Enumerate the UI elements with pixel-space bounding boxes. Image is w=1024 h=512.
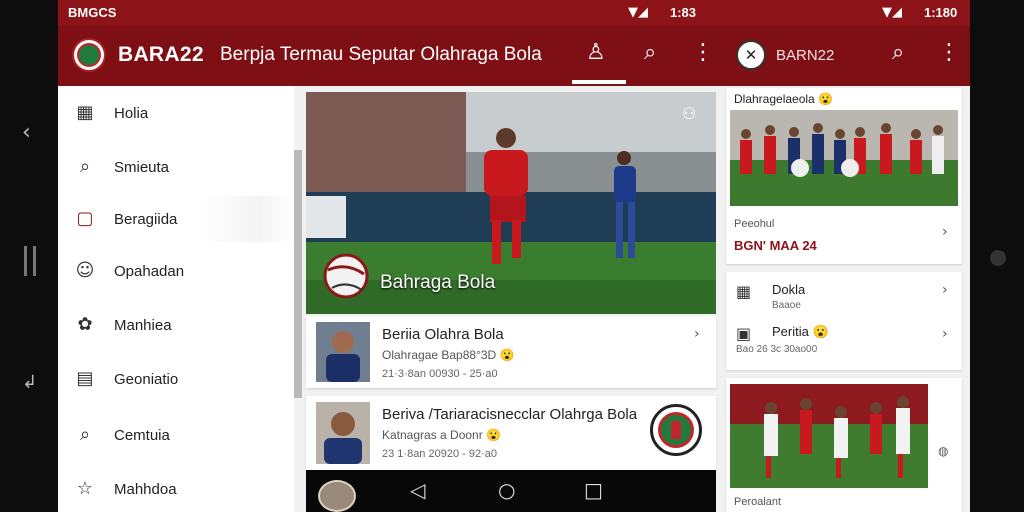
face-icon: ☺: [75, 260, 95, 281]
wifi-icon: ▼◢: [628, 5, 648, 20]
hero-photo: [306, 92, 716, 314]
share-icon[interactable]: ⚇: [682, 104, 696, 123]
device-frame: ‹ ↲ BMGCS ▼◢ 1:83 ▼◢ 1:180 BARA22 Berpja…: [0, 0, 1024, 512]
chevron-right-icon[interactable]: ›: [942, 326, 948, 342]
list-item[interactable]: ▣ Peritia 😮 Bao 26 3c 30ao00 ›: [726, 320, 962, 366]
secondary-logo-icon[interactable]: ✕: [736, 40, 766, 70]
drawer-item-3[interactable]: ▢ Beragiida: [58, 196, 294, 242]
more-vert-icon[interactable]: ⋮: [938, 40, 960, 65]
app-bar: BARA22 Berpja Termau Seputar Olahraga Bo…: [58, 26, 970, 86]
news-card-meta: 23 1·8an 20920 - 92·a0: [382, 448, 497, 460]
team-card-date: BGN' MAA 24: [734, 238, 817, 253]
drawer-item-5[interactable]: ✿ Manhiea: [58, 302, 294, 348]
team-card-label: Peroalant: [734, 496, 782, 508]
drawer-item-4[interactable]: ☺ Opahadan: [58, 248, 294, 294]
news-thumbnail: [316, 322, 370, 382]
system-nav-bar: ◁ ○ □: [306, 470, 716, 512]
drawer-item-label: Manhiea: [114, 316, 172, 334]
hero-card[interactable]: Bahraga Bola ⚇: [306, 92, 716, 314]
drawer-item-7[interactable]: ⌕ Cemtuia: [58, 412, 294, 458]
drawer-item-label: Geoniatio: [114, 370, 179, 388]
news-card-subtitle: Katnagras a Doonr 😮: [382, 428, 502, 442]
drawer-scrollbar[interactable]: [294, 150, 302, 398]
search-icon[interactable]: ⌕: [892, 40, 904, 65]
secondary-app-title: BARN22: [776, 47, 835, 64]
news-thumbnail: [316, 402, 370, 464]
drawer-item-label: Mahhdoa: [114, 480, 177, 498]
team-card[interactable]: Dlahragelaeola 😮 Peeohul BGN' MAA 24 ›: [726, 88, 962, 264]
team-card-label: Peeohul: [734, 218, 775, 230]
wifi-icon: ▼◢: [882, 5, 902, 20]
club-badge-icon: [650, 404, 702, 456]
soccer-ball-icon: ◍: [938, 444, 949, 458]
status-time-right: 1:180: [924, 5, 958, 20]
app-title: BARA22: [118, 43, 204, 66]
app-tagline: Berpja Termau Seputar Olahraga Bola: [220, 44, 542, 65]
calendar-icon: ▦: [76, 102, 94, 123]
status-left-text: BMGCS: [68, 5, 117, 20]
person-tab-icon[interactable]: ♙: [586, 40, 606, 65]
chevron-right-icon[interactable]: ›: [694, 326, 700, 342]
app-screen: BMGCS ▼◢ 1:83 ▼◢ 1:180 BARA22 Berpja Ter…: [58, 0, 970, 512]
nav-drawer: ▦ Holia ⌕ Smieuta ▢ Beragiida ☺ Opahadan…: [58, 86, 294, 512]
drawer-item-label: Smieuta: [114, 158, 170, 176]
club-logo[interactable]: [72, 38, 106, 72]
search-icon[interactable]: ⌕: [644, 40, 656, 65]
calendar-icon: ▦: [736, 282, 752, 301]
curved-arrow-icon[interactable]: ↲: [22, 372, 37, 393]
drawer-item-8[interactable]: ☆ Mahhdoa: [58, 466, 294, 512]
list-card: ▦ Dokla Baaoe › ▣ Peritia 😮 Bao 26 3c 30…: [726, 272, 962, 370]
drawer-item-6[interactable]: ▤ Geoniatio: [58, 356, 294, 402]
mini-thumbnail: [318, 480, 356, 512]
cup-icon: ▣: [736, 324, 752, 343]
list-item-sub: Bao 26 3c 30ao00: [736, 344, 818, 355]
news-card[interactable]: Beriia Olahra Bola Olahragae Bap88°3D 😮 …: [306, 316, 716, 388]
apps-icon: ✿: [77, 314, 93, 335]
list-item-title: Peritia 😮: [772, 324, 829, 339]
back-arrow-icon[interactable]: ‹: [22, 120, 31, 145]
grid-icon: ▤: [76, 368, 94, 389]
team-photo: [730, 110, 958, 206]
hero-caption: Bahraga Bola: [380, 272, 496, 293]
team-card-title: Dlahragelaeola 😮: [734, 92, 833, 106]
camera-dot: [990, 250, 1006, 266]
right-column: Dlahragelaeola 😮 Peeohul BGN' MAA 24 › ▦…: [726, 86, 964, 512]
news-card-meta: 21·3·8an 00930 - 25·a0: [382, 368, 498, 380]
list-item-title: Dokla: [772, 282, 806, 297]
drawer-item-label: Beragiida: [114, 210, 178, 228]
square-icon: ▢: [76, 208, 94, 229]
drawer-item-label: Opahadan: [114, 262, 185, 280]
news-card-title: Beriia Olahra Bola: [382, 326, 504, 343]
nav-home-icon[interactable]: ○: [498, 478, 515, 502]
search-icon: ⌕: [79, 156, 91, 177]
drawer-item-1[interactable]: ▦ Holia: [58, 90, 294, 136]
nav-back-icon[interactable]: ◁: [410, 478, 425, 502]
drawer-item-label: Holia: [114, 104, 149, 122]
more-vert-icon[interactable]: ⋮: [692, 40, 714, 65]
nav-recents-icon[interactable]: □: [584, 478, 603, 502]
drawer-item-2[interactable]: ⌕ Smieuta: [58, 144, 294, 190]
news-card-title: Beriva /Tariaracisnecclar Olahrga Bola: [382, 406, 638, 423]
team-card[interactable]: ◍ Peroalant: [726, 378, 962, 512]
status-time-mid: 1:83: [670, 5, 697, 20]
news-feed: Bahraga Bola ⚇ Beriia Olahra Bola Olahra…: [306, 92, 716, 512]
chevron-right-icon[interactable]: ›: [942, 282, 948, 298]
news-card[interactable]: Beriva /Tariaracisnecclar Olahrga Bola K…: [306, 396, 716, 470]
pause-bars-icon: [24, 246, 36, 276]
team-photo: [730, 384, 928, 488]
search-icon: ⌕: [79, 424, 91, 445]
list-item-sub: Baaoe: [772, 300, 801, 311]
news-card-subtitle: Olahragae Bap88°3D 😮: [382, 348, 515, 362]
active-tab-indicator: [572, 80, 626, 84]
list-item[interactable]: ▦ Dokla Baaoe ›: [726, 272, 962, 318]
status-bar: BMGCS ▼◢ 1:83 ▼◢ 1:180: [58, 0, 970, 26]
chevron-right-icon[interactable]: ›: [942, 224, 948, 240]
drawer-item-label: Cemtuia: [114, 426, 170, 444]
star-icon: ☆: [76, 478, 94, 499]
